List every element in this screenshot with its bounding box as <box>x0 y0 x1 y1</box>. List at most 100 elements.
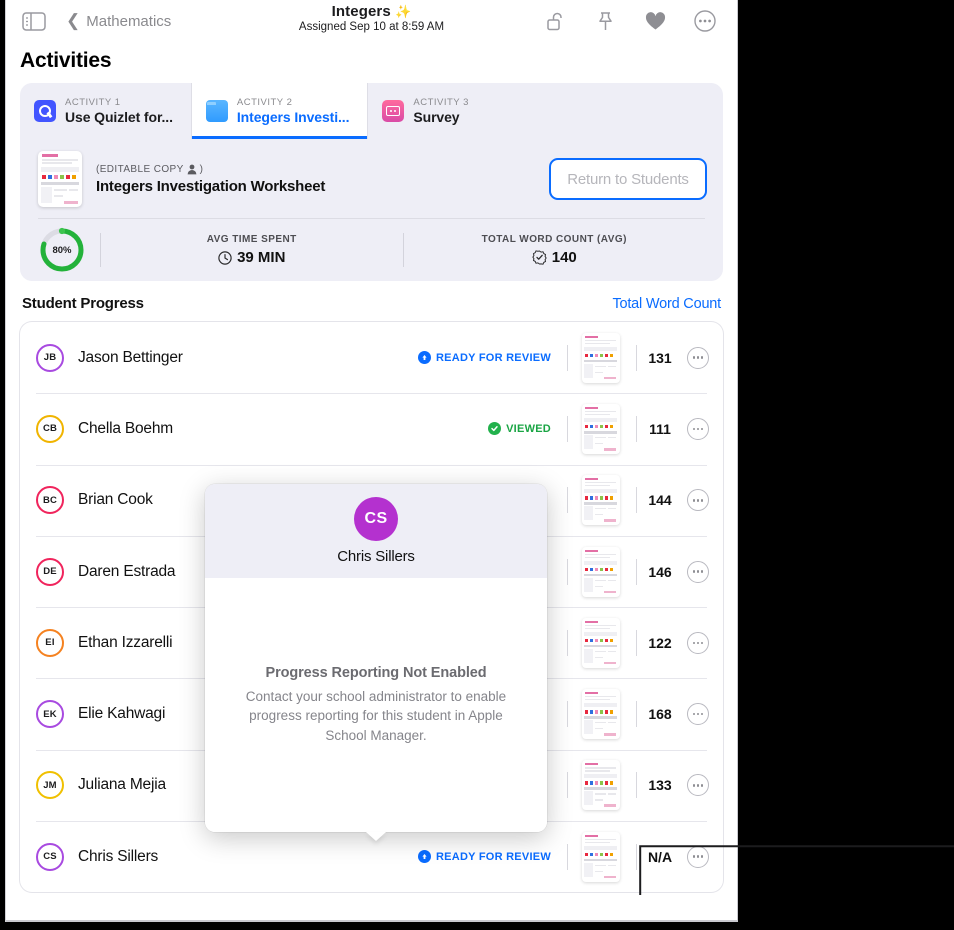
avatar: BC <box>36 486 64 514</box>
divider <box>567 844 568 870</box>
stat-word-count-label: TOTAL WORD COUNT (AVG) <box>404 234 706 245</box>
upload-circle-icon <box>418 850 431 863</box>
divider <box>567 487 568 513</box>
ellipsis-circle-icon[interactable] <box>687 703 709 725</box>
table-row[interactable]: JB Jason Bettinger READY FOR REVIEW <box>20 322 723 393</box>
ellipsis-circle-icon[interactable] <box>687 347 709 369</box>
avatar: JB <box>36 344 64 372</box>
toolbar: ❮ Mathematics Integers ✨ Assigned Sep 10… <box>6 0 737 42</box>
more-circle-icon[interactable] <box>693 9 717 33</box>
status-badge-label: READY FOR REVIEW <box>436 851 551 863</box>
status-badge-label: READY FOR REVIEW <box>436 352 551 364</box>
avatar: EI <box>36 629 64 657</box>
assignment-kicker-text: (EDITABLE COPY <box>96 164 184 175</box>
student-progress-title: Student Progress <box>22 295 144 312</box>
student-name: Elie Kahwagi <box>78 705 165 723</box>
popover-message: Contact your school administrator to ena… <box>235 687 517 744</box>
divider <box>567 345 568 371</box>
student-name: Juliana Mejia <box>78 776 166 794</box>
worksheet-thumbnail[interactable] <box>582 547 620 597</box>
survey-icon <box>382 100 404 122</box>
back-button-label: Mathematics <box>86 13 171 30</box>
divider <box>567 772 568 798</box>
worksheet-thumbnail[interactable] <box>582 475 620 525</box>
tab-activity-3[interactable]: ACTIVITY 3 Survey <box>368 83 487 139</box>
avatar: CB <box>36 415 64 443</box>
student-name: Chella Boehm <box>78 420 173 438</box>
ellipsis-circle-icon[interactable] <box>687 418 709 440</box>
folder-icon <box>206 100 228 122</box>
status-badge: VIEWED <box>488 422 551 435</box>
tab-activity-1-kicker: ACTIVITY 1 <box>65 97 173 108</box>
divider <box>567 559 568 585</box>
avatar: CS <box>36 843 64 871</box>
popover-heading: Progress Reporting Not Enabled <box>266 665 487 681</box>
return-to-students-button[interactable]: Return to Students <box>549 158 707 200</box>
tab-activity-2-label: Integers Investi... <box>237 109 349 125</box>
assignment-row: (EDITABLE COPY ) Integers Investigation … <box>20 139 723 219</box>
ellipsis-circle-icon[interactable] <box>687 489 709 511</box>
worksheet-thumbnail[interactable] <box>582 832 620 882</box>
ellipsis-circle-icon[interactable] <box>687 632 709 654</box>
worksheet-thumbnail[interactable] <box>38 151 82 207</box>
avatar: CS <box>354 497 398 541</box>
app-window: ❮ Mathematics Integers ✨ Assigned Sep 10… <box>5 0 738 922</box>
student-progress-header: Student Progress Total Word Count <box>6 281 737 322</box>
wordcount-badge-icon <box>532 250 547 265</box>
word-count-value: 144 <box>637 492 683 508</box>
stat-word-count-value: 140 <box>552 249 577 266</box>
status-badge: READY FOR REVIEW <box>418 850 551 863</box>
page-heading: Activities <box>6 42 737 83</box>
back-button[interactable]: ❮ Mathematics <box>66 13 171 30</box>
popover-header: CS Chris Sillers <box>205 484 547 578</box>
word-count-value: 111 <box>637 421 683 437</box>
avatar: JM <box>36 771 64 799</box>
table-row[interactable]: CB Chella Boehm VIEWED 111 <box>20 393 723 464</box>
avatar: DE <box>36 558 64 586</box>
activities-card: ACTIVITY 1 Use Quizlet for... ACTIVITY 2… <box>20 83 723 281</box>
status-badge: READY FOR REVIEW <box>418 351 551 364</box>
unlock-icon[interactable] <box>543 9 567 33</box>
sparkles-icon: ✨ <box>395 4 411 19</box>
assignment-kicker-close: ) <box>200 164 204 175</box>
divider <box>567 630 568 656</box>
divider <box>567 701 568 727</box>
ellipsis-circle-icon[interactable] <box>687 774 709 796</box>
heart-icon[interactable] <box>643 9 667 33</box>
tab-activity-3-kicker: ACTIVITY 3 <box>413 97 469 108</box>
sidebar-icon[interactable] <box>22 12 46 31</box>
divider <box>567 416 568 442</box>
pin-icon[interactable] <box>593 9 617 33</box>
worksheet-thumbnail[interactable] <box>582 333 620 383</box>
worksheet-thumbnail[interactable] <box>582 760 620 810</box>
stat-avg-time-label: AVG TIME SPENT <box>101 234 403 245</box>
callout-leader-line <box>639 845 954 900</box>
chevron-left-icon: ❮ <box>66 12 80 29</box>
progress-ring: 80% <box>38 226 86 274</box>
stats-row: 80% AVG TIME SPENT 39 MIN <box>20 219 723 281</box>
worksheet-thumbnail[interactable] <box>582 404 620 454</box>
popover-student-name: Chris Sillers <box>337 548 414 565</box>
stat-avg-time-spent: AVG TIME SPENT 39 MIN <box>101 234 403 266</box>
student-name: Brian Cook <box>78 491 153 509</box>
student-name: Jason Bettinger <box>78 349 183 367</box>
word-count-value: 131 <box>637 350 683 366</box>
window-bottom-edge <box>6 920 737 922</box>
stat-avg-time-value: 39 MIN <box>237 249 285 266</box>
tab-activity-2[interactable]: ACTIVITY 2 Integers Investi... <box>192 83 368 139</box>
upload-circle-icon <box>418 351 431 364</box>
total-word-count-link[interactable]: Total Word Count <box>612 296 721 312</box>
popover-body: Progress Reporting Not Enabled Contact y… <box>205 578 547 832</box>
screen: ❮ Mathematics Integers ✨ Assigned Sep 10… <box>0 0 954 930</box>
assignment-kicker: (EDITABLE COPY ) <box>96 164 325 175</box>
check-circle-icon <box>488 422 501 435</box>
ellipsis-circle-icon[interactable] <box>687 561 709 583</box>
tab-activity-2-kicker: ACTIVITY 2 <box>237 97 349 108</box>
worksheet-thumbnail[interactable] <box>582 689 620 739</box>
page-title-text: Integers <box>332 3 391 20</box>
worksheet-thumbnail[interactable] <box>582 618 620 668</box>
tab-activity-1[interactable]: ACTIVITY 1 Use Quizlet for... <box>20 83 192 139</box>
stat-total-word-count: TOTAL WORD COUNT (AVG) 140 <box>404 234 706 266</box>
progress-percent-label: 80% <box>38 226 86 274</box>
popover-arrow <box>366 832 386 841</box>
